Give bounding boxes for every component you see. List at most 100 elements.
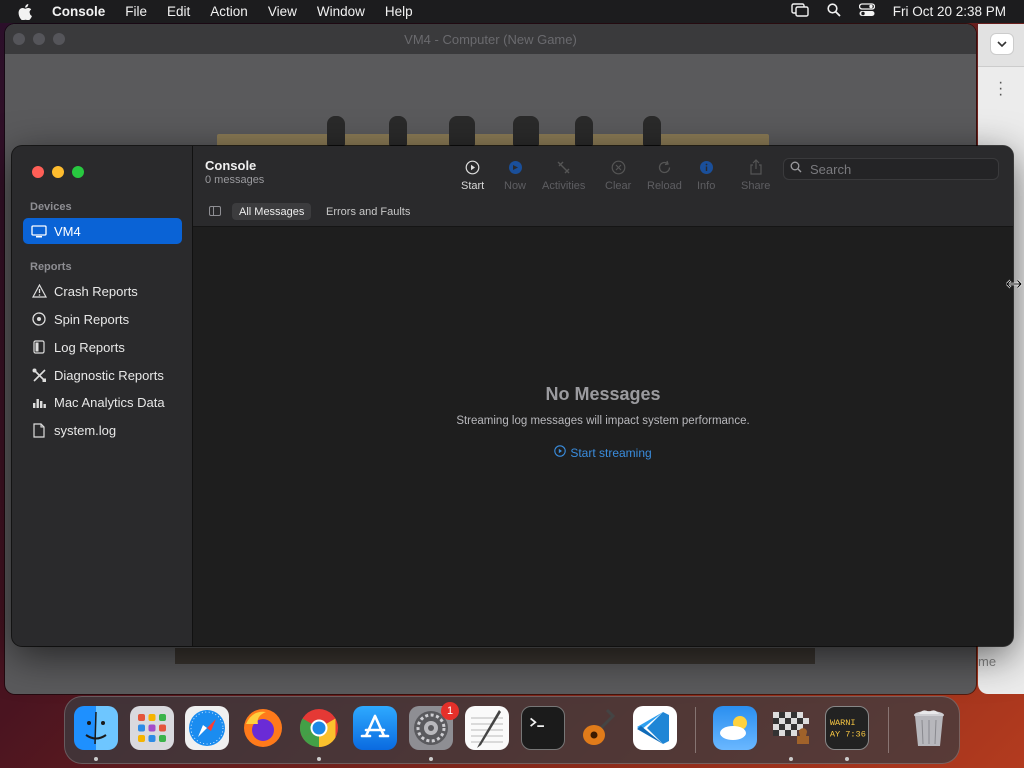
devices-section-label: Devices [30,201,72,213]
menu-file[interactable]: File [125,4,147,19]
menu-view[interactable]: View [268,4,297,19]
info-button[interactable]: Info [697,158,715,192]
finder-icon[interactable] [74,706,118,750]
search-icon [790,160,802,178]
tab-errors-and-faults[interactable]: Errors and Faults [319,203,417,220]
background-window-title: VM4 - Computer (New Game) [404,32,577,47]
empty-state-heading: No Messages [545,384,661,404]
safari-icon[interactable] [185,706,229,750]
spin-icon [31,311,47,327]
now-icon [506,158,524,176]
menu-help[interactable]: Help [385,4,413,19]
menu-app-name[interactable]: Console [52,4,105,19]
message-count: 0 messages [205,174,265,186]
more-options-icon[interactable]: · · · [998,75,1003,103]
clear-button[interactable]: Clear [605,158,631,192]
console-icon[interactable]: WARNI AY 7:36 [825,706,869,750]
chess-piece [327,116,345,146]
chess-icon[interactable] [769,706,813,750]
chrome-icon[interactable] [297,706,341,750]
firefox-icon[interactable] [241,706,285,750]
search-input[interactable] [808,160,992,178]
now-button[interactable]: Now [504,158,526,192]
tab-all-messages[interactable]: All Messages [232,203,312,220]
empty-state: No Messages Streaming log messages will … [193,384,1013,462]
toolbar: Console 0 messages Start Now Activities [193,146,1013,198]
textedit-icon[interactable] [465,706,509,750]
app-store-icon[interactable] [353,706,397,750]
launchpad-icon[interactable] [130,706,174,750]
empty-state-message: Streaming log messages will impact syste… [456,415,750,427]
terminal-icon[interactable] [521,706,565,750]
weather-icon[interactable] [713,706,757,750]
chess-piece [643,116,661,146]
close-button[interactable] [32,166,44,178]
trash-icon[interactable] [907,706,951,750]
chess-piece [575,116,593,146]
chess-board-edge [175,648,815,664]
reports-section-label: Reports [30,261,72,273]
warning-icon [31,283,47,299]
start-button[interactable]: Start [461,158,484,192]
dock: 1 WARNI AY 7:36 [64,696,960,764]
share-button[interactable]: Share [741,158,770,192]
sidebar-item-label: Diagnostic Reports [54,367,164,383]
filter-bar: All Messages Errors and Faults [193,198,1013,227]
window-controls [32,166,84,178]
sidebar-item-system-log[interactable]: system.log [23,417,182,443]
resize-cursor-icon [1006,277,1022,289]
garageband-icon[interactable] [577,706,621,750]
minimize-button[interactable] [52,166,64,178]
screen-mirroring-icon[interactable] [791,3,809,20]
sidebar-item-label: Log Reports [54,339,125,355]
sidebar-toggle-icon[interactable] [209,206,221,216]
chess-piece [449,116,475,146]
start-streaming-link[interactable]: Start streaming [554,445,652,460]
console-icon-text-line1: WARNI [830,718,856,728]
vscode-icon[interactable] [633,706,677,750]
sidebar-item-spin-reports[interactable]: Spin Reports [23,306,182,332]
sidebar-item-label: Spin Reports [54,311,130,327]
sidebar-item-vm4[interactable]: VM4 [23,218,182,244]
search-field[interactable] [783,158,999,180]
menu-clock[interactable]: Fri Oct 20 2:38 PM [893,4,1006,19]
play-icon [464,158,482,176]
dock-separator [695,707,696,753]
chart-icon [31,394,47,410]
menu-window[interactable]: Window [317,4,365,19]
info-icon [697,158,715,176]
chess-piece [513,116,539,146]
running-indicator [94,757,98,761]
window-title: Console [205,158,257,173]
chevron-down-icon[interactable] [990,33,1014,55]
right-window-toolbar [978,24,1024,67]
running-indicator [789,757,793,761]
console-window: Devices VM4 Reports Crash Reports Spin R… [12,146,1013,646]
menu-edit[interactable]: Edit [167,4,190,19]
main-pane: Console 0 messages Start Now Activities [193,146,1013,646]
start-streaming-label: Start streaming [570,445,652,460]
share-icon [747,158,765,176]
sidebar-item-log-reports[interactable]: Log Reports [23,334,182,360]
zoom-button[interactable] [72,166,84,178]
sidebar-item-label: Crash Reports [54,283,138,299]
menu-bar: Console File Edit Action View Window Hel… [0,0,1024,23]
menu-action[interactable]: Action [210,4,248,19]
sidebar-item-label: VM4 [54,223,81,239]
control-center-icon[interactable] [858,3,875,20]
tools-icon [31,367,47,383]
reload-button[interactable]: Reload [647,158,682,192]
reload-icon [655,158,673,176]
sidebar-item-mac-analytics-data[interactable]: Mac Analytics Data [23,389,182,415]
spotlight-search-icon[interactable] [827,3,841,20]
background-window-titlebar: VM4 - Computer (New Game) [5,24,976,54]
sidebar-item-label: Mac Analytics Data [54,394,165,410]
clear-icon [609,158,627,176]
sidebar-item-diagnostic-reports[interactable]: Diagnostic Reports [23,362,182,388]
activities-button[interactable]: Activities [542,158,585,192]
log-icon [31,339,47,355]
sidebar-item-crash-reports[interactable]: Crash Reports [23,278,182,304]
sidebar: Devices VM4 Reports Crash Reports Spin R… [12,146,193,646]
dock-separator [888,707,889,753]
apple-icon[interactable] [18,3,34,20]
